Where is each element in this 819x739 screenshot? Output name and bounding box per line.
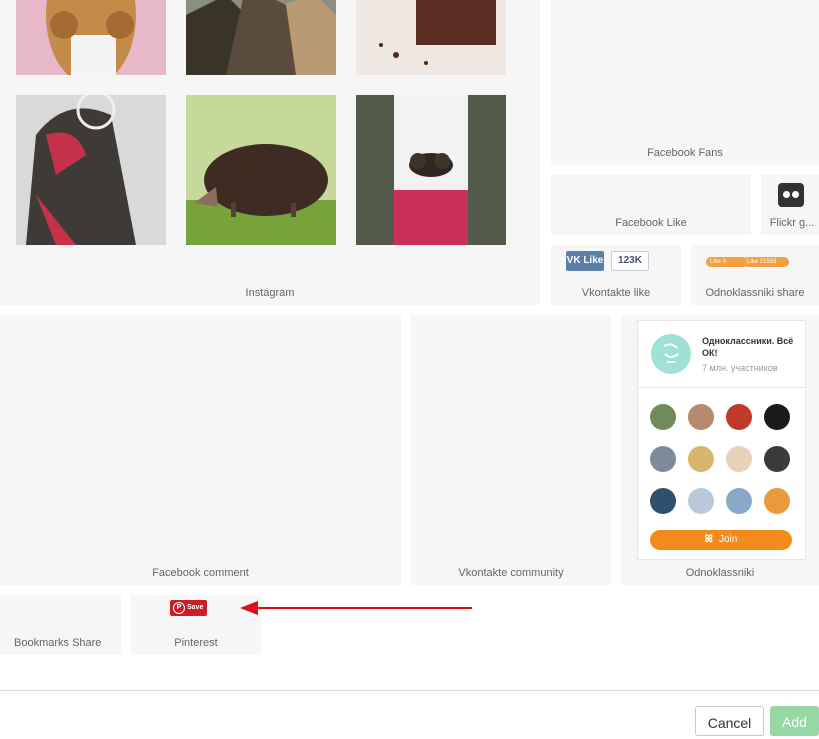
odnoklassniki-share-widget[interactable]: Odnoklassniki share — [691, 245, 819, 305]
ok-member-avatar[interactable] — [726, 404, 752, 430]
ok-member-avatar[interactable] — [764, 404, 790, 430]
instagram-photo-curly-hair[interactable] — [16, 0, 166, 75]
instagram-photo-hedgehog[interactable] — [186, 95, 336, 245]
vkontakte-community-widget[interactable]: Vkontakte community — [411, 315, 611, 585]
ok-member-avatar[interactable] — [650, 446, 676, 472]
ok-member-avatar[interactable] — [688, 404, 714, 430]
instagram-photo-pinecones-hands[interactable] — [356, 95, 506, 245]
ok-member-avatar[interactable] — [688, 488, 714, 514]
pinterest-save-button[interactable]: P Save — [170, 600, 207, 616]
ok-member-avatar[interactable] — [650, 404, 676, 430]
ok-group-members: 7 млн. участников — [702, 363, 778, 373]
odnoklassniki-label: Odnoklassniki — [685, 567, 755, 579]
instagram-label: Instagram — [245, 287, 295, 299]
instagram-widget[interactable]: Instagram — [0, 0, 540, 305]
red-arrow-annotation — [240, 601, 472, 615]
pinterest-save-label: Save — [187, 604, 204, 611]
pinterest-icon: P — [173, 602, 185, 614]
flickr-widget[interactable]: Flickr g... — [761, 175, 819, 235]
ok-member-avatar[interactable] — [764, 488, 790, 514]
ok-member-avatar[interactable] — [726, 446, 752, 472]
facebook-comment-label: Facebook comment — [152, 567, 249, 579]
facebook-like-label: Facebook Like — [615, 217, 687, 229]
ok-member-avatar[interactable] — [764, 446, 790, 472]
ok-group-title: Одноклассники. Всё ОК! — [702, 336, 794, 358]
ok-share-pill-2[interactable]: Like 21593 — [743, 257, 789, 267]
ok-member-avatar[interactable] — [688, 446, 714, 472]
vkontakte-community-label: Vkontakte community — [458, 567, 564, 579]
bookmarks-share-label: Bookmarks Share — [14, 637, 102, 649]
instagram-photo-rock-cliffs[interactable] — [186, 0, 336, 75]
pinterest-label: Pinterest — [174, 637, 218, 649]
footer-divider — [0, 690, 819, 691]
ok-join-button[interactable]: ꕤ Join — [650, 530, 792, 550]
odnoklassniki-share-label: Odnoklassniki share — [705, 287, 805, 299]
cancel-button[interactable]: Cancel — [695, 706, 764, 736]
ok-group-logo — [651, 334, 691, 374]
ok-logo-icon: ꕤ — [704, 534, 713, 545]
ok-member-avatar[interactable] — [726, 488, 752, 514]
vk-like-count: 123K — [611, 251, 649, 271]
flickr-icon — [778, 183, 804, 207]
odnoklassniki-group-card: Одноклассники. Всё ОК! 7 млн. участников… — [637, 320, 806, 560]
flickr-label: Flickr g... — [769, 217, 815, 229]
ok-member-avatar[interactable] — [650, 488, 676, 514]
facebook-comment-widget[interactable]: Facebook comment — [0, 315, 401, 585]
vk-like-button[interactable]: VK Like — [566, 251, 604, 271]
ok-share-pill-1[interactable]: Like 0 — [706, 257, 748, 267]
add-button[interactable]: Add — [770, 706, 819, 736]
facebook-fans-label: Facebook Fans — [647, 147, 723, 159]
vkontakte-like-label: Vkontakte like — [581, 287, 651, 299]
bookmarks-share-widget[interactable]: Bookmarks Share — [0, 595, 121, 655]
ok-join-label: Join — [718, 534, 738, 545]
instagram-photo-chocolate-dessert[interactable] — [356, 0, 506, 75]
instagram-photo-face-paint[interactable] — [16, 95, 166, 245]
facebook-fans-widget[interactable]: Facebook Fans — [551, 0, 819, 165]
facebook-like-widget[interactable]: Facebook Like — [551, 175, 751, 235]
ok-card-divider — [638, 387, 805, 388]
